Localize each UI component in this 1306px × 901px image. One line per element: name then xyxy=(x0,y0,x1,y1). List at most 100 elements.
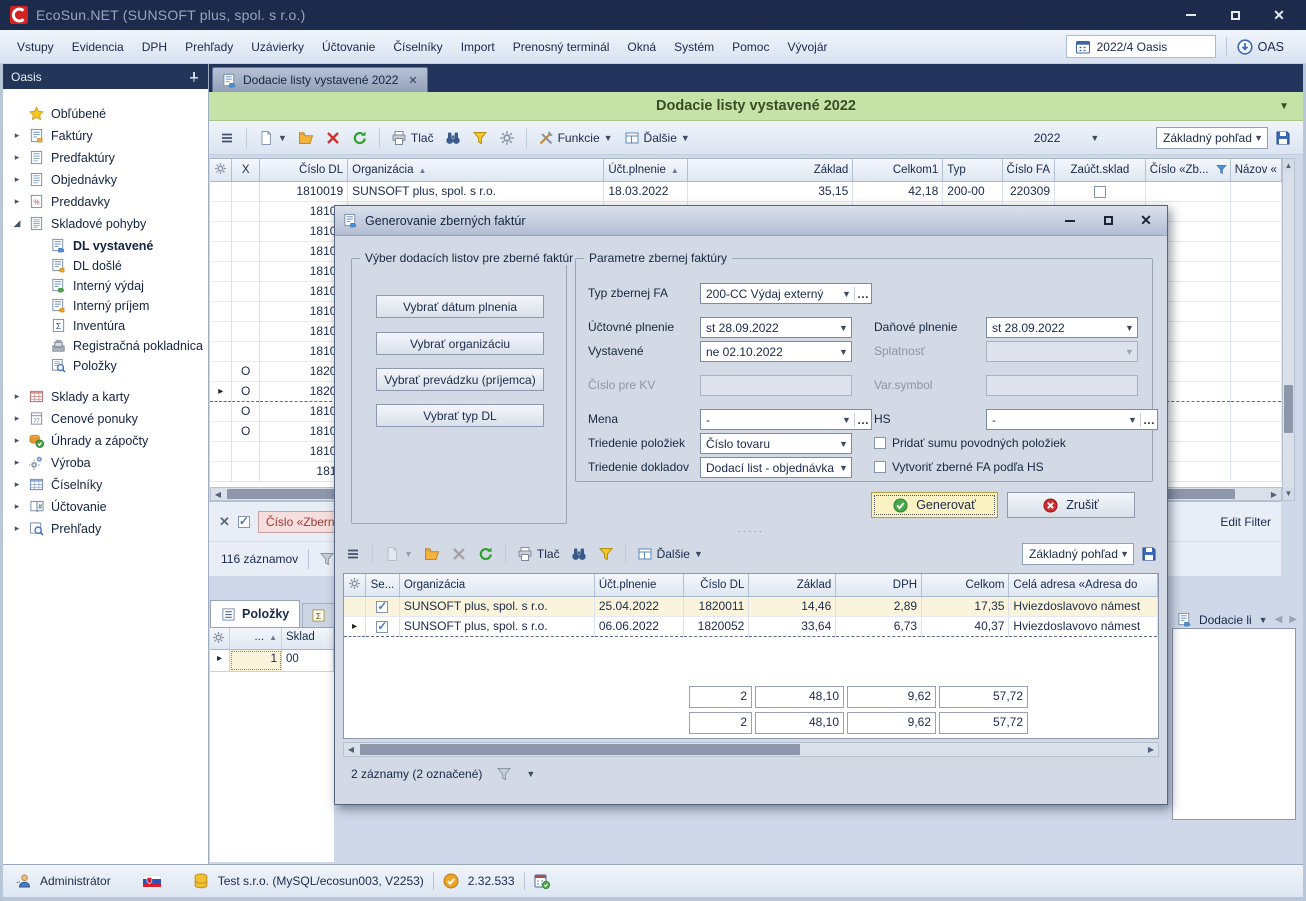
row-checkbox[interactable] xyxy=(1094,186,1106,198)
sidebar-item-preddavky[interactable]: ▸%Preddavky xyxy=(3,192,208,211)
column-header-Celkom[interactable]: Celkom xyxy=(922,574,1009,596)
vertical-scrollbar[interactable]: ▲ ▼ xyxy=(1282,158,1295,501)
dan-plnenie-select[interactable]: st 28.09.2022▼ xyxy=(986,317,1138,338)
column-header-Organizácia[interactable]: Organizácia xyxy=(399,574,594,596)
ellipsis-button[interactable]: … xyxy=(854,413,871,427)
minimize-button[interactable] xyxy=(1184,8,1198,22)
year-selector[interactable]: 2022▼ xyxy=(1004,131,1129,145)
menu-item-uzávierky[interactable]: Uzávierky xyxy=(242,36,313,58)
save-view-button[interactable] xyxy=(1137,543,1161,565)
funnel-gray-icon[interactable] xyxy=(496,766,512,782)
functions-menu-button[interactable]: Funkcie▼ xyxy=(534,127,617,149)
chevron-down-icon[interactable]: ▼ xyxy=(526,769,535,779)
column-header-marker[interactable] xyxy=(210,159,232,181)
refresh-button[interactable] xyxy=(474,543,498,565)
expand-right-icon[interactable]: ▸ xyxy=(11,130,23,141)
menu-item-evidencia[interactable]: Evidencia xyxy=(63,36,133,58)
sidebar-item-skladové-pohyby[interactable]: ◢Skladové pohyby xyxy=(3,214,208,233)
column-header-Číslo DL[interactable]: Číslo DL xyxy=(259,159,347,181)
column-header-Účt.plnenie[interactable]: Účt.plnenie▲ xyxy=(604,159,688,181)
sidebar-item-úhrady-a-zápočty[interactable]: ▸Úhrady a zápočty xyxy=(3,431,208,450)
sidebar-item-sklady-a-karty[interactable]: ▸Sklady a karty xyxy=(3,387,208,406)
menu-item-vývojár[interactable]: Vývojár xyxy=(778,36,836,58)
menu-item-účtovanie[interactable]: Účtovanie xyxy=(313,36,384,58)
tab-sums[interactable]: Σ xyxy=(302,603,335,627)
menu-item-systém[interactable]: Systém xyxy=(665,36,723,58)
sidebar-item-cenové-ponuky[interactable]: ▸77Cenové ponuky xyxy=(3,409,208,428)
expand-right-icon[interactable]: ▸ xyxy=(11,523,23,534)
column-filter-icon[interactable] xyxy=(1216,164,1227,175)
triedenie-poloziek-select[interactable]: Číslo tovaru▼ xyxy=(700,433,852,454)
column-header-Názov «[interactable]: Názov « xyxy=(1230,159,1281,181)
column-header-Číslo «Zb...[interactable]: Číslo «Zb... xyxy=(1145,159,1230,181)
open-button[interactable] xyxy=(294,127,318,149)
menu-item-okná[interactable]: Okná xyxy=(618,36,665,58)
open-button[interactable] xyxy=(420,543,444,565)
hs-select[interactable]: -▼… xyxy=(986,409,1158,430)
right-dock-tab[interactable]: Dodacie li ▼ ◀ ▶ xyxy=(1177,612,1303,627)
funnel-gray-icon[interactable] xyxy=(319,551,335,567)
table-row[interactable]: 1810019SUNSOFT plus, spol. s r.o.18.03.2… xyxy=(210,181,1282,201)
nav-right-icon[interactable]: ▶ xyxy=(1289,614,1297,625)
menu-toggle-button[interactable] xyxy=(215,127,239,149)
dialog-title-bar[interactable]: Generovanie zberných faktúr ✕ xyxy=(335,206,1167,236)
sidebar-item-číselníky[interactable]: ▸Číselníky xyxy=(3,475,208,494)
column-header-Typ[interactable]: Typ xyxy=(943,159,1002,181)
more-menu-button[interactable]: Ďalšie▼ xyxy=(633,543,707,565)
sidebar-item-dl-vystavené[interactable]: DL vystavené xyxy=(3,236,208,255)
menu-item-prehľady[interactable]: Prehľady xyxy=(176,36,242,58)
column-header-Účt.plnenie[interactable]: Účt.plnenie xyxy=(594,574,684,596)
gear-icon[interactable] xyxy=(348,577,361,590)
expand-right-icon[interactable]: ▸ xyxy=(11,413,23,424)
tab-polozky[interactable]: Položky xyxy=(210,600,300,627)
column-header-Zaúčt.sklad[interactable]: Zaúčt.sklad xyxy=(1055,159,1146,181)
generate-button[interactable]: Generovať xyxy=(871,492,998,518)
refresh-button[interactable] xyxy=(348,127,372,149)
expand-down-icon[interactable]: ◢ xyxy=(11,218,23,229)
menu-item-pomoc[interactable]: Pomoc xyxy=(723,36,778,58)
ellipsis-button[interactable]: … xyxy=(854,287,871,301)
create-by-hs-checkbox[interactable]: Vytvoriť zberné FA podľa HS xyxy=(874,460,1044,474)
view-selector[interactable]: Základný pohľad▼ xyxy=(1022,543,1134,565)
triedenie-dokladov-select[interactable]: Dodací list - objednávka▼ xyxy=(700,457,852,478)
sidebar-item-objednávky[interactable]: ▸Objednávky xyxy=(3,170,208,189)
print-button[interactable]: Tlač xyxy=(513,543,564,565)
column-header-Základ[interactable]: Základ xyxy=(688,159,853,181)
expand-right-icon[interactable]: ▸ xyxy=(11,152,23,163)
uct-plnenie-select[interactable]: st 28.09.2022▼ xyxy=(700,317,852,338)
sidebar-item-registračná-pokladnica[interactable]: Registračná pokladnica xyxy=(3,336,208,355)
column-header-marker[interactable] xyxy=(344,574,366,596)
column-header-X[interactable]: X xyxy=(232,159,259,181)
menu-item-číselníky[interactable]: Číselníky xyxy=(384,36,451,58)
dialog-close-button[interactable]: ✕ xyxy=(1139,214,1153,228)
sidebar-item-dl-došlé[interactable]: DL došlé xyxy=(3,256,208,275)
sidebar-item-účtovanie[interactable]: ▸#Účtovanie xyxy=(3,497,208,516)
menu-item-vstupy[interactable]: Vstupy xyxy=(8,36,63,58)
expand-right-icon[interactable]: ▸ xyxy=(11,196,23,207)
print-button[interactable]: Tlač xyxy=(387,127,438,149)
view-selector[interactable]: Základný pohľad▼ xyxy=(1156,127,1268,149)
expand-right-icon[interactable]: ▸ xyxy=(11,457,23,468)
expand-right-icon[interactable]: ▸ xyxy=(11,479,23,490)
sidebar-item-prehľady[interactable]: ▸Prehľady xyxy=(3,519,208,538)
nav-left-icon[interactable]: ◀ xyxy=(1275,614,1283,625)
row-checkbox[interactable] xyxy=(376,601,388,613)
menu-item-import[interactable]: Import xyxy=(452,36,504,58)
column-header-num[interactable]: ...▲ xyxy=(230,628,282,649)
filter-button[interactable] xyxy=(594,543,618,565)
select-branch-button[interactable]: Vybrať prevádzku (príjemca) xyxy=(376,368,544,391)
tab-close-icon[interactable]: ✕ xyxy=(408,74,417,87)
sidebar-item-položky[interactable]: Položky xyxy=(3,356,208,375)
mena-select[interactable]: -▼… xyxy=(700,409,872,430)
sidebar-item-interný-výdaj[interactable]: Interný výdaj xyxy=(3,276,208,295)
cancel-button[interactable]: Zrušiť xyxy=(1007,492,1135,518)
column-header-Celkom1[interactable]: Celkom1 xyxy=(853,159,943,181)
sidebar-item-predfaktúry[interactable]: ▸Predfaktúry xyxy=(3,148,208,167)
dialog-maximize-button[interactable] xyxy=(1101,214,1115,228)
maximize-button[interactable] xyxy=(1228,8,1242,22)
oas-button[interactable]: OAS xyxy=(1237,39,1284,55)
delete-button[interactable] xyxy=(321,127,345,149)
expand-right-icon[interactable]: ▸ xyxy=(11,435,23,446)
expand-right-icon[interactable]: ▸ xyxy=(11,174,23,185)
save-view-button[interactable] xyxy=(1271,127,1295,149)
